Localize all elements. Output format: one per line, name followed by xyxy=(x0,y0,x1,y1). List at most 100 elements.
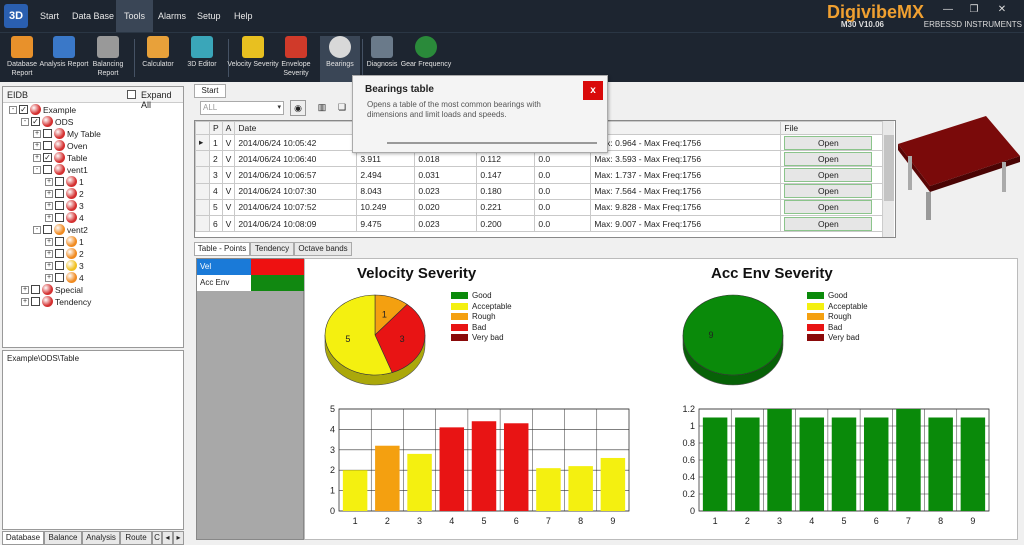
expander-icon[interactable]: - xyxy=(33,166,41,174)
series-row-vel[interactable]: Vel xyxy=(197,259,304,275)
legend-item: Bad xyxy=(451,323,512,334)
table-scrollbar[interactable] xyxy=(882,121,894,237)
envelope-severity-button[interactable]: Envelope Severity xyxy=(270,36,322,82)
expander-icon[interactable]: + xyxy=(45,250,53,258)
tree-title: EIDB xyxy=(7,90,29,100)
tree-checkbox[interactable] xyxy=(31,297,40,306)
tab-tendency[interactable]: Tendency xyxy=(250,242,294,256)
tree-checkbox[interactable] xyxy=(55,261,64,270)
menu-data-base[interactable]: Data Base xyxy=(64,0,122,32)
open-file-button[interactable]: Open xyxy=(784,184,873,199)
tab-c[interactable]: C xyxy=(152,531,162,545)
bar-chart-icon[interactable]: ▥ xyxy=(314,100,330,116)
balancing-report-button[interactable]: Balancing Report xyxy=(82,36,134,82)
tab-balance[interactable]: Balance xyxy=(44,531,82,545)
open-file-button[interactable]: Open xyxy=(784,200,873,215)
expander-icon[interactable]: + xyxy=(33,154,41,162)
legend-label: Rough xyxy=(472,312,496,321)
table-row[interactable]: 3 V 2014/06/24 10:06:57 2.494 0.031 0.147 0.0 M… xyxy=(195,166,886,184)
tab-scroll-right-icon[interactable]: ▸ xyxy=(173,531,184,545)
open-file-button[interactable]: Open xyxy=(784,167,873,182)
tab-database[interactable]: Database xyxy=(2,531,44,545)
tree-checkbox[interactable]: ✓ xyxy=(43,153,52,162)
tab-route[interactable]: Route xyxy=(120,531,152,545)
expander-icon[interactable]: + xyxy=(33,142,41,150)
tree-checkbox[interactable] xyxy=(55,177,64,186)
expander-icon[interactable]: + xyxy=(45,238,53,246)
expander-icon[interactable]: + xyxy=(45,202,53,210)
expand-all-checkbox[interactable] xyxy=(127,90,136,99)
col-file[interactable]: File xyxy=(780,121,886,135)
tree-checkbox[interactable] xyxy=(55,237,64,246)
table-row[interactable]: 4 V 2014/06/24 10:07:30 8.043 0.023 0.180 0.0 M… xyxy=(195,182,886,200)
tab-octave-bands[interactable]: Octave bands xyxy=(294,242,352,256)
scrollbar-thumb[interactable] xyxy=(884,135,894,201)
expander-icon[interactable]: + xyxy=(45,178,53,186)
close-window-icon[interactable]: ✕ xyxy=(992,4,1012,18)
menu-alarms[interactable]: Alarms xyxy=(150,0,194,32)
expander-icon[interactable]: + xyxy=(21,286,29,294)
copy-icon[interactable]: ❏ xyxy=(334,100,350,116)
tree-checkbox[interactable] xyxy=(43,225,52,234)
row-selector[interactable] xyxy=(195,166,210,184)
bar xyxy=(928,417,953,511)
table-row[interactable]: 5 V 2014/06/24 10:07:52 10.249 0.020 0.221 0.0… xyxy=(195,198,886,216)
tree-checkbox[interactable] xyxy=(55,273,64,282)
col-p[interactable]: P xyxy=(209,121,223,135)
tree-checkbox[interactable] xyxy=(55,189,64,198)
tree-checkbox[interactable] xyxy=(43,141,52,150)
expander-icon[interactable]: + xyxy=(45,262,53,270)
tree-checkbox[interactable] xyxy=(55,201,64,210)
tree-checkbox[interactable] xyxy=(31,285,40,294)
series-row-acc-env[interactable]: Acc Env xyxy=(197,275,304,291)
x-tick-label: 6 xyxy=(874,516,879,526)
restore-icon[interactable]: ❐ xyxy=(964,4,984,18)
row-selector[interactable] xyxy=(195,150,210,168)
tree-checkbox[interactable] xyxy=(43,165,52,174)
cell-date: 2014/06/24 10:06:40 xyxy=(234,150,358,168)
table-row[interactable]: 2 V 2014/06/24 10:06:40 3.911 0.018 0.112 0.0 M… xyxy=(195,150,886,168)
expander-icon[interactable]: - xyxy=(21,118,29,126)
tree-checkbox[interactable]: ✓ xyxy=(31,117,40,126)
menu-setup[interactable]: Setup xyxy=(189,0,229,32)
legend-label: Very bad xyxy=(828,333,860,342)
row-selector[interactable] xyxy=(195,198,210,216)
menu-help[interactable]: Help xyxy=(226,0,261,32)
open-file-button[interactable]: Open xyxy=(784,216,873,231)
expander-icon[interactable]: + xyxy=(21,298,29,306)
tree-node-label: 2 xyxy=(79,189,84,199)
open-file-button[interactable]: Open xyxy=(784,151,873,166)
tab-start[interactable]: Start xyxy=(194,84,226,98)
row-selector[interactable]: ▸ xyxy=(195,133,210,152)
row-selector[interactable] xyxy=(195,214,210,233)
expander-icon[interactable]: - xyxy=(33,226,41,234)
menu-start[interactable]: Start xyxy=(32,0,67,32)
tree-checkbox[interactable] xyxy=(55,249,64,258)
view-icon[interactable]: ◉ xyxy=(290,100,306,116)
tab-analysis[interactable]: Analysis xyxy=(82,531,120,545)
bar xyxy=(735,417,760,511)
expander-icon[interactable]: + xyxy=(45,274,53,282)
col-extra[interactable]: tra xyxy=(590,121,782,135)
expander-icon[interactable]: - xyxy=(9,106,17,114)
tree-checkbox[interactable]: ✓ xyxy=(19,105,28,114)
expander-icon[interactable]: + xyxy=(45,190,53,198)
minimize-icon[interactable]: — xyxy=(938,4,958,18)
row-selector[interactable] xyxy=(195,182,210,200)
filter-combo[interactable]: ALL ▾ xyxy=(200,101,284,115)
expander-icon[interactable]: + xyxy=(33,130,41,138)
tree-node-label: My Table xyxy=(67,129,101,139)
database-tree-panel: EIDB Expand All - ✓ Example - ✓ ODS + My Table +… xyxy=(2,86,184,348)
table-row[interactable]: 6 V 2014/06/24 10:08:09 9.475 0.023 0.200 0.0 M… xyxy=(195,214,886,233)
menu-tools[interactable]: Tools xyxy=(116,0,154,32)
3d-editor-button[interactable]: 3D Editor xyxy=(176,36,228,82)
tree-checkbox[interactable] xyxy=(43,129,52,138)
tab-table-points[interactable]: Table - Points xyxy=(194,242,250,256)
tab-scroll-left-icon[interactable]: ◂ xyxy=(162,531,173,545)
tooltip-close-button[interactable]: x xyxy=(583,81,603,100)
open-file-button[interactable]: Open xyxy=(784,135,873,150)
col-date[interactable]: Date xyxy=(234,121,358,135)
expander-icon[interactable]: + xyxy=(45,214,53,222)
col-a[interactable]: A xyxy=(221,121,236,135)
tree-checkbox[interactable] xyxy=(55,213,64,222)
